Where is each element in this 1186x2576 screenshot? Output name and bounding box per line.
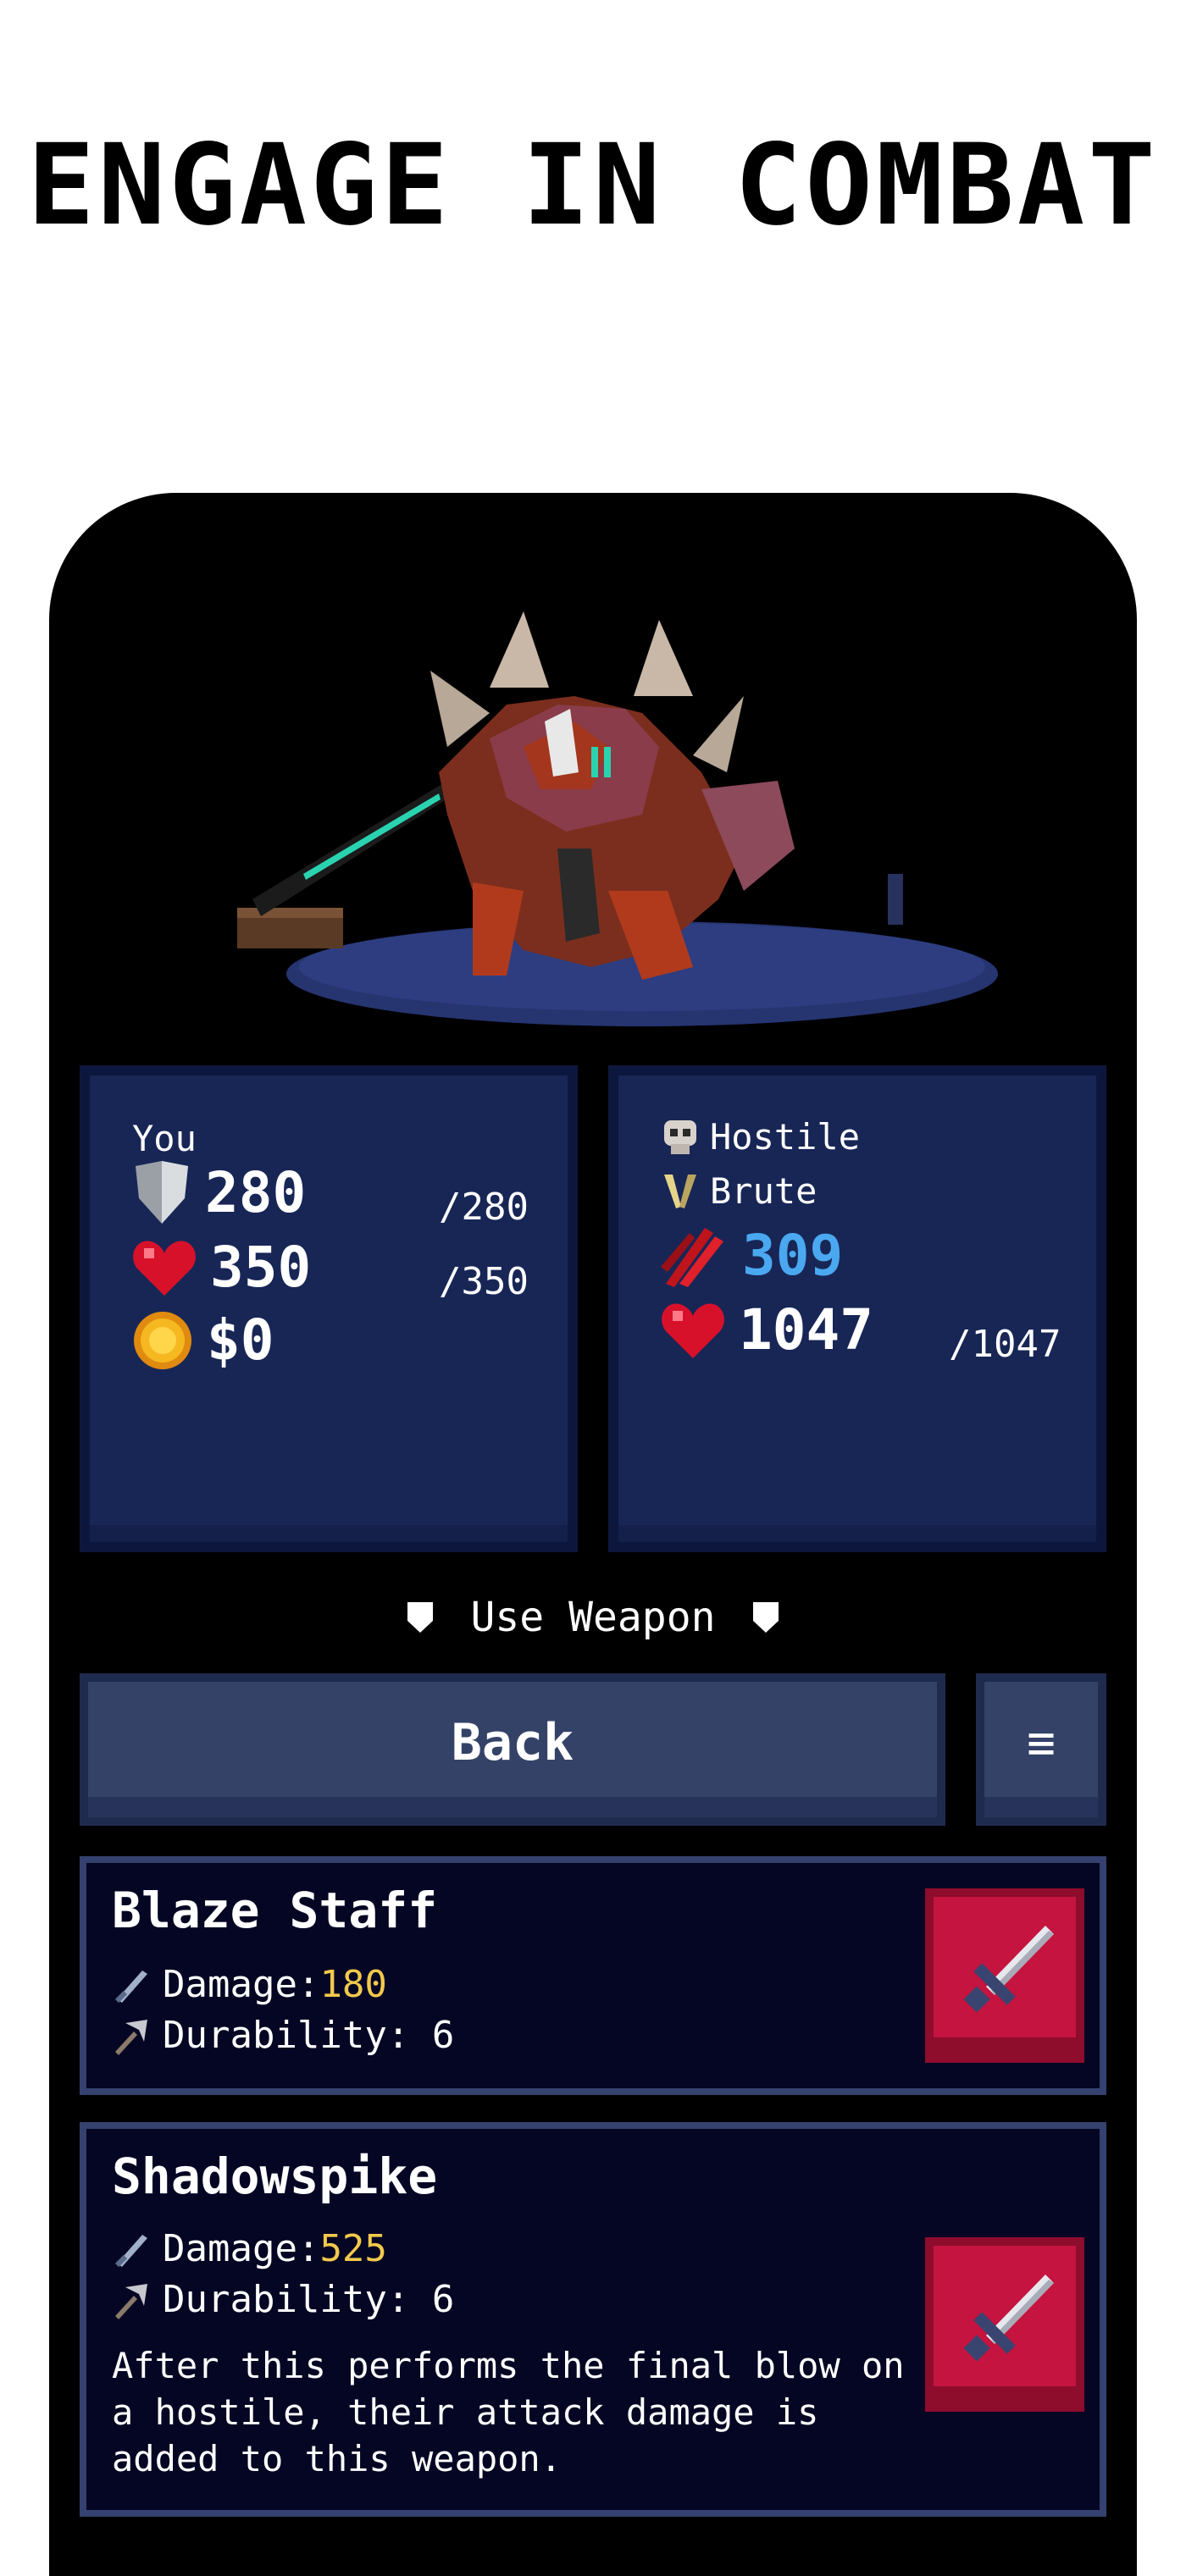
health-row: 350 (132, 1235, 311, 1300)
gold-row: $0 (132, 1307, 274, 1373)
use-weapon-label: Use Weapon (470, 1594, 716, 1641)
weapon-damage-row: Damage: 525 (112, 2227, 387, 2270)
menu-button[interactable]: ≡ (976, 1673, 1106, 1826)
enemy-attack-value: 309 (742, 1223, 844, 1288)
weapon-card[interactable]: Blaze Staff Damage: 180 Durability: 6 (80, 1856, 1106, 2095)
enemy-stats-panel: Hostile Brute 309 1047 /1047 (608, 1065, 1106, 1552)
weapon-tile[interactable] (925, 1888, 1084, 2063)
sword-tile-icon (963, 1926, 1054, 2013)
back-button[interactable]: Back (80, 1673, 945, 1826)
disposition-row: Hostile (661, 1116, 860, 1158)
player-label-row: You (132, 1118, 197, 1159)
durability-label: Durability: 6 (163, 2014, 455, 2057)
coin-icon (134, 1311, 191, 1369)
player-stats-panel: You 280 /280 350 /350 $0 (80, 1065, 578, 1552)
health-value: 350 (210, 1235, 312, 1300)
battle-scene (237, 611, 998, 1026)
gold-value: $0 (207, 1307, 274, 1373)
weapon-damage-row: Damage: 180 (112, 1963, 387, 2006)
armor-value: 280 (205, 1160, 307, 1225)
weapon-card[interactable]: Shadowspike Damage: 525 Durability: 6 Af… (80, 2122, 1106, 2517)
enemy-health-row: 1047 (661, 1297, 873, 1363)
damage-value: 180 (319, 1963, 387, 2006)
weapon-durability-row: Durability: 6 (112, 2278, 454, 2321)
weapon-name: Shadowspike (112, 2148, 438, 2205)
weapon-durability-row: Durability: 6 (112, 2014, 454, 2057)
sword-tile-icon (963, 2275, 1054, 2362)
shield-icon (136, 1160, 188, 1224)
sword-icon (114, 2234, 147, 2267)
armor-max: /280 (439, 1186, 529, 1229)
armor-row: 280 (132, 1160, 306, 1225)
player-label: You (132, 1118, 197, 1159)
damage-label: Damage: (163, 1963, 320, 2006)
skull-icon (664, 1119, 696, 1154)
durability-label: Durability: 6 (163, 2278, 455, 2321)
damage-value: 525 (319, 2227, 387, 2270)
weapon-tile[interactable] (925, 2237, 1084, 2412)
horns-icon (664, 1174, 696, 1208)
enemy-health-value: 1047 (739, 1297, 873, 1363)
sword-icon (114, 1970, 147, 2003)
page-headline: ENGAGE IN COMBAT (0, 119, 1186, 252)
health-max: /350 (439, 1260, 529, 1303)
damage-label: Damage: (163, 2227, 320, 2270)
enemy-health-max: /1047 (949, 1323, 1061, 1366)
class-row: Brute (661, 1170, 817, 1212)
heart-icon (662, 1302, 724, 1358)
menu-icon: ≡ (1027, 1715, 1056, 1771)
weapon-description: After this performs the final blow on a … (112, 2345, 905, 2479)
weapon-name: Blaze Staff (112, 1882, 438, 1939)
enemy-disposition: Hostile (710, 1116, 861, 1158)
attack-row: 309 (661, 1223, 843, 1288)
enemy-class: Brute (710, 1170, 817, 1212)
pickaxe-icon (115, 2283, 147, 2319)
shield-small-icon (753, 1602, 779, 1633)
pickaxe-icon (115, 2019, 147, 2055)
claw-icon (661, 1227, 723, 1287)
use-weapon-heading: Use Weapon (49, 1594, 1137, 1641)
back-button-label: Back (451, 1713, 574, 1772)
headline-text: ENGAGE IN COMBAT (27, 120, 1159, 251)
shield-small-icon (407, 1602, 433, 1633)
game-screen: You 280 /280 350 /350 $0 Hostile Brute 3… (49, 493, 1137, 2576)
heart-icon (133, 1240, 196, 1296)
